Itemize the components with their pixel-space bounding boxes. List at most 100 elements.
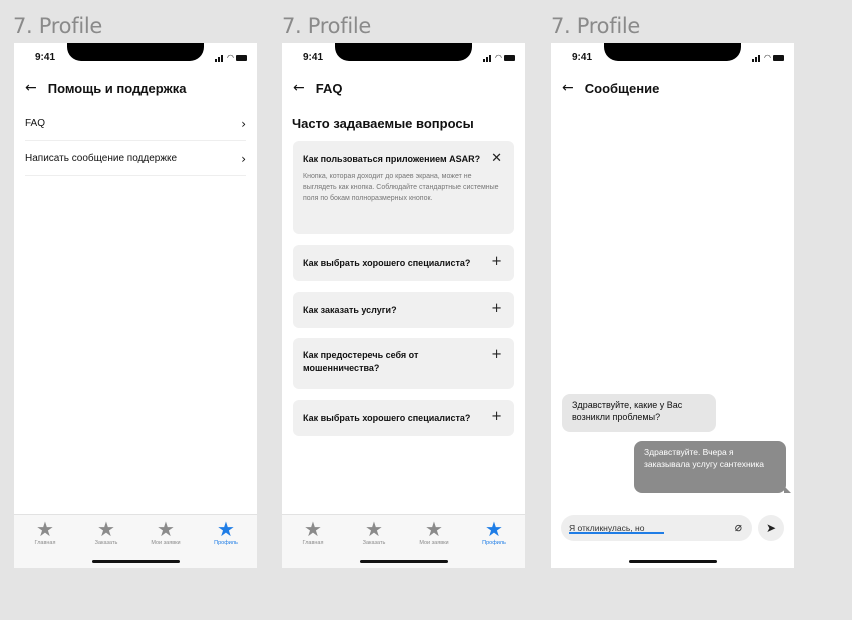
faq-answer: Кнопка, которая доходит до краев экрана,… bbox=[303, 173, 499, 202]
section-label: 7. Profile bbox=[13, 14, 103, 38]
status-bar: 9:41 ◠ bbox=[551, 43, 794, 71]
star-icon: ★ bbox=[304, 517, 322, 541]
message-text: Здравствуйте. Вчера я заказывала услугу … bbox=[644, 447, 765, 469]
menu-item-faq[interactable]: FAQ › bbox=[25, 107, 246, 141]
star-icon: ★ bbox=[485, 517, 503, 541]
chevron-right-icon: › bbox=[241, 151, 246, 166]
phone-message: 9:41 ◠ ← Сообщение Здравствуйте, какие у… bbox=[551, 43, 794, 568]
page-title: Сообщение bbox=[584, 80, 660, 96]
faq-heading: Часто задаваемые вопросы bbox=[292, 116, 474, 131]
bubble-tail bbox=[784, 486, 791, 493]
star-icon: ★ bbox=[97, 517, 115, 541]
spellcheck-underline bbox=[569, 532, 664, 534]
message-input[interactable]: Я откликнулась, но ⌀ bbox=[561, 515, 752, 541]
plus-icon[interactable]: + bbox=[491, 409, 502, 424]
faq-item[interactable]: Как выбрать хорошего специалиста? + bbox=[293, 400, 514, 436]
faq-question: Как предостеречь себя от мошенничества? bbox=[303, 350, 419, 373]
plus-icon[interactable]: + bbox=[491, 347, 502, 362]
status-icons: ◠ bbox=[215, 54, 247, 62]
status-time: 9:41 bbox=[35, 52, 56, 63]
signal-icon bbox=[486, 57, 488, 62]
tab-label: Заказать bbox=[94, 540, 118, 546]
close-icon[interactable]: ✕ bbox=[491, 151, 502, 166]
faq-question: Как выбрать хорошего специалиста? bbox=[303, 413, 471, 423]
star-icon: ★ bbox=[36, 517, 54, 541]
home-indicator bbox=[360, 560, 448, 563]
message-bubble-support: Здравствуйте, какие у Вас возникли пробл… bbox=[562, 394, 716, 432]
nav-bar: ← FAQ bbox=[293, 80, 342, 96]
wifi-icon: ◠ bbox=[495, 53, 502, 62]
star-icon: ★ bbox=[217, 517, 235, 541]
signal-icon bbox=[489, 55, 491, 62]
battery-icon bbox=[504, 55, 515, 61]
tab-order[interactable]: ★ Заказать bbox=[349, 518, 399, 546]
chevron-right-icon: › bbox=[241, 116, 246, 131]
faq-question: Как выбрать хорошего специалиста? bbox=[303, 258, 471, 268]
tab-label: Заказать bbox=[362, 540, 386, 546]
status-bar: 9:41 ◠ bbox=[282, 43, 525, 71]
send-button[interactable]: ➤ bbox=[758, 515, 784, 541]
notch bbox=[604, 43, 741, 61]
status-icons: ◠ bbox=[752, 54, 784, 62]
page-title: FAQ bbox=[315, 80, 343, 96]
tab-bar: ★ Главная ★ Заказать ★ Мои заявки ★ Профиль bbox=[282, 514, 525, 568]
signal-icon bbox=[215, 59, 217, 62]
phone-help-support: 9:41 ◠ ← Помощь и поддержка FAQ › Написа… bbox=[14, 43, 257, 568]
nav-bar: ← Сообщение bbox=[562, 80, 659, 96]
home-indicator bbox=[629, 560, 717, 563]
plus-icon[interactable]: + bbox=[491, 254, 502, 269]
plus-icon[interactable]: + bbox=[491, 301, 502, 316]
arrow-left-icon[interactable]: ← bbox=[25, 80, 37, 96]
star-icon: ★ bbox=[157, 517, 175, 541]
status-bar: 9:41 ◠ bbox=[14, 43, 257, 71]
faq-item[interactable]: Как выбрать хорошего специалиста? + bbox=[293, 245, 514, 281]
arrow-left-icon[interactable]: ← bbox=[562, 80, 574, 96]
signal-icon bbox=[752, 59, 754, 62]
signal-icon bbox=[755, 57, 757, 62]
status-time: 9:41 bbox=[572, 52, 593, 63]
wifi-icon: ◠ bbox=[227, 53, 234, 62]
faq-item[interactable]: Как заказать услуги? + bbox=[293, 292, 514, 328]
tab-label: Профиль bbox=[482, 540, 506, 546]
signal-icon bbox=[218, 57, 220, 62]
battery-icon bbox=[773, 55, 784, 61]
tab-order[interactable]: ★ Заказать bbox=[81, 518, 131, 546]
section-label: 7. Profile bbox=[282, 14, 372, 38]
arrow-left-icon[interactable]: ← bbox=[293, 80, 305, 96]
tab-profile[interactable]: ★ Профиль bbox=[201, 518, 251, 546]
tab-label: Мои заявки bbox=[419, 540, 449, 546]
nav-bar: ← Помощь и поддержка bbox=[25, 80, 187, 96]
tab-home[interactable]: ★ Главная bbox=[20, 518, 70, 546]
status-time: 9:41 bbox=[303, 52, 324, 63]
tab-label: Мои заявки bbox=[151, 540, 181, 546]
tab-bar: ★ Главная ★ Заказать ★ Мои заявки ★ Профиль bbox=[14, 514, 257, 568]
tab-label: Главная bbox=[302, 540, 324, 546]
menu-item-label: FAQ bbox=[25, 118, 46, 129]
phone-faq: 9:41 ◠ ← FAQ Часто задаваемые вопросы Ка… bbox=[282, 43, 525, 568]
menu-item-write-support[interactable]: Написать сообщение поддержке › bbox=[25, 142, 246, 176]
tab-label: Профиль bbox=[214, 540, 238, 546]
signal-icon bbox=[221, 55, 223, 62]
page-title: Помощь и поддержка bbox=[47, 80, 187, 96]
wifi-icon: ◠ bbox=[764, 53, 771, 62]
battery-icon bbox=[236, 55, 247, 61]
tab-profile[interactable]: ★ Профиль bbox=[469, 518, 519, 546]
send-icon: ➤ bbox=[765, 521, 777, 535]
menu-item-label: Написать сообщение поддержке bbox=[25, 153, 178, 164]
tab-my-requests[interactable]: ★ Мои заявки bbox=[409, 518, 459, 546]
tab-my-requests[interactable]: ★ Мои заявки bbox=[141, 518, 191, 546]
faq-question: Как заказать услуги? bbox=[303, 305, 397, 315]
notch bbox=[67, 43, 204, 61]
star-icon: ★ bbox=[425, 517, 443, 541]
faq-item-expanded[interactable]: Как пользоваться приложением ASAR? ✕ Кно… bbox=[293, 141, 514, 234]
signal-icon bbox=[483, 59, 485, 62]
tab-label: Главная bbox=[34, 540, 56, 546]
status-icons: ◠ bbox=[483, 54, 515, 62]
message-bubble-user: Здравствуйте. Вчера я заказывала услугу … bbox=[634, 441, 791, 493]
tab-home[interactable]: ★ Главная bbox=[288, 518, 338, 546]
paperclip-icon[interactable]: ⌀ bbox=[735, 520, 742, 534]
section-label: 7. Profile bbox=[551, 14, 641, 38]
signal-icon bbox=[758, 55, 760, 62]
faq-item[interactable]: Как предостеречь себя от мошенничества? … bbox=[293, 338, 514, 389]
notch bbox=[335, 43, 472, 61]
